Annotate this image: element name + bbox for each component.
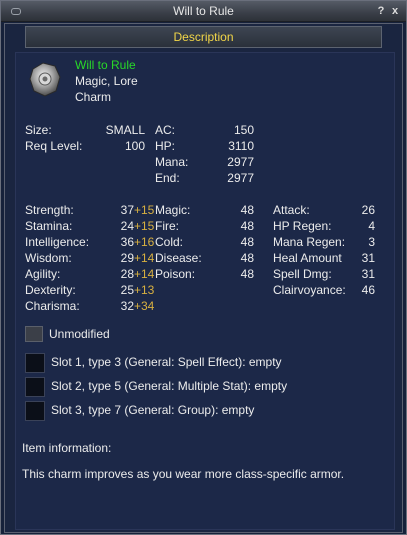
resist-value: 48: [240, 235, 254, 249]
stat-bonus: +15: [134, 219, 155, 233]
description-content: Will to Rule Magic, Lore Charm Size: SMA…: [15, 52, 395, 530]
item-window: Will to Rule ? x Description Will to Rul…: [0, 0, 407, 535]
description-header: Description: [25, 26, 382, 48]
stat-bonus: +16: [134, 235, 155, 249]
stat-label: Strength:: [25, 203, 74, 217]
ac-label: AC:: [155, 123, 176, 137]
help-button[interactable]: ?: [375, 5, 387, 17]
mod-value: 46: [361, 283, 375, 297]
close-button[interactable]: x: [389, 5, 401, 17]
req-level-value: 100: [124, 139, 145, 153]
mod-label: Heal Amount: [273, 251, 342, 265]
stat-label: Agility:: [25, 267, 61, 281]
mod-label: Spell Dmg:: [273, 267, 332, 281]
mod-value: 3: [368, 235, 375, 249]
stat-bonus: +13: [134, 283, 155, 297]
item-name: Will to Rule: [75, 58, 136, 72]
hp-value: 3110: [228, 139, 254, 153]
stat-bonus: +15: [134, 203, 155, 217]
stat-value: 36: [120, 235, 134, 249]
stat-value: 28: [120, 267, 134, 281]
charm-item-icon[interactable]: [25, 59, 65, 99]
stat-value: 37: [120, 203, 134, 217]
resist-label: Cold:: [155, 235, 184, 249]
mod-value: 26: [361, 203, 375, 217]
augment-slot-3[interactable]: [25, 401, 45, 421]
resist-label: Disease:: [155, 251, 202, 265]
mod-label: Attack:: [273, 203, 310, 217]
resist-label: Fire:: [155, 219, 179, 233]
unmodified-checkbox[interactable]: [25, 326, 43, 342]
augment-slot-2[interactable]: [25, 377, 45, 397]
stat-value: 32: [120, 299, 134, 313]
stat-label: Wisdom:: [25, 251, 72, 265]
end-label: End:: [155, 171, 180, 185]
stat-label: Dexterity:: [25, 283, 76, 297]
mod-value: 31: [361, 267, 375, 281]
mod-value: 4: [368, 219, 375, 233]
window-title: Will to Rule: [173, 4, 234, 18]
mod-label: HP Regen:: [273, 219, 332, 233]
resist-value: 48: [240, 251, 254, 265]
size-label: Size:: [25, 123, 52, 137]
stat-value: 25: [120, 283, 134, 297]
stat-value: 29: [120, 251, 134, 265]
resist-label: Poison:: [155, 267, 196, 281]
augment-slot-1-label: Slot 1, type 3 (General: Spell Effect): …: [51, 355, 282, 369]
augment-slot-1[interactable]: [25, 353, 45, 373]
augment-slot-3-label: Slot 3, type 7 (General: Group): empty: [51, 403, 255, 417]
stat-bonus: +14: [134, 251, 155, 265]
stat-bonus: +14: [134, 267, 155, 281]
description-frame: Description Will to Rule Magic, Lore Cha…: [4, 23, 403, 533]
item-flags: Magic, Lore: [75, 74, 138, 88]
title-bar[interactable]: Will to Rule ? x: [1, 1, 406, 22]
size-value: SMALL: [105, 123, 145, 137]
resist-value: 48: [240, 203, 254, 217]
item-info-heading: Item information:: [22, 441, 112, 455]
unmodified-label: Unmodified: [49, 327, 110, 341]
stat-label: Stamina:: [25, 219, 73, 233]
ac-value: 150: [233, 123, 254, 137]
mana-value: 2977: [227, 155, 254, 169]
augment-slot-2-label: Slot 2, type 5 (General: Multiple Stat):…: [51, 379, 288, 393]
hp-label: HP:: [155, 139, 176, 153]
end-value: 2977: [227, 171, 254, 185]
resist-label: Magic:: [155, 203, 191, 217]
stat-value: 24: [120, 219, 134, 233]
item-info-description: This charm improves as you wear more cla…: [22, 467, 345, 481]
mana-label: Mana:: [155, 155, 189, 169]
resist-value: 48: [240, 267, 254, 281]
stat-label: Charisma:: [25, 299, 80, 313]
stat-label: Intelligence:: [25, 235, 90, 249]
mod-value: 31: [361, 251, 375, 265]
stat-bonus: +34: [134, 299, 155, 313]
resist-value: 48: [240, 219, 254, 233]
req-level-label: Req Level:: [25, 139, 83, 153]
item-type: Charm: [75, 90, 112, 104]
